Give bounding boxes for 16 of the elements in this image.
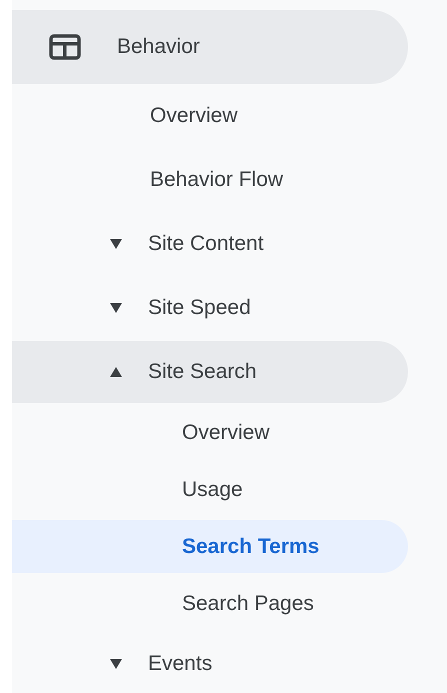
caret-up-icon [110,367,122,377]
sidebar-group[interactable]: Site Content [12,213,408,275]
sidebar-group[interactable]: Site Search [12,341,408,403]
sidebar-group[interactable]: Events [12,633,408,693]
caret-down-icon [110,303,122,313]
caret-down-icon [110,659,122,669]
sidebar-item[interactable]: Behavior Flow [12,149,408,211]
sidebar-item[interactable]: Search Terms [12,520,408,573]
sidebar-item[interactable]: Search Pages [12,577,408,630]
sidebar-item[interactable]: Overview [12,85,408,147]
layout-icon [49,34,81,60]
sidebar-item[interactable]: Overview [12,406,408,459]
sidebar-item[interactable]: Usage [12,463,408,516]
sidebar-section[interactable]: Behavior [12,10,408,84]
sidebar-group[interactable]: Site Speed [12,277,408,339]
caret-down-icon [110,239,122,249]
